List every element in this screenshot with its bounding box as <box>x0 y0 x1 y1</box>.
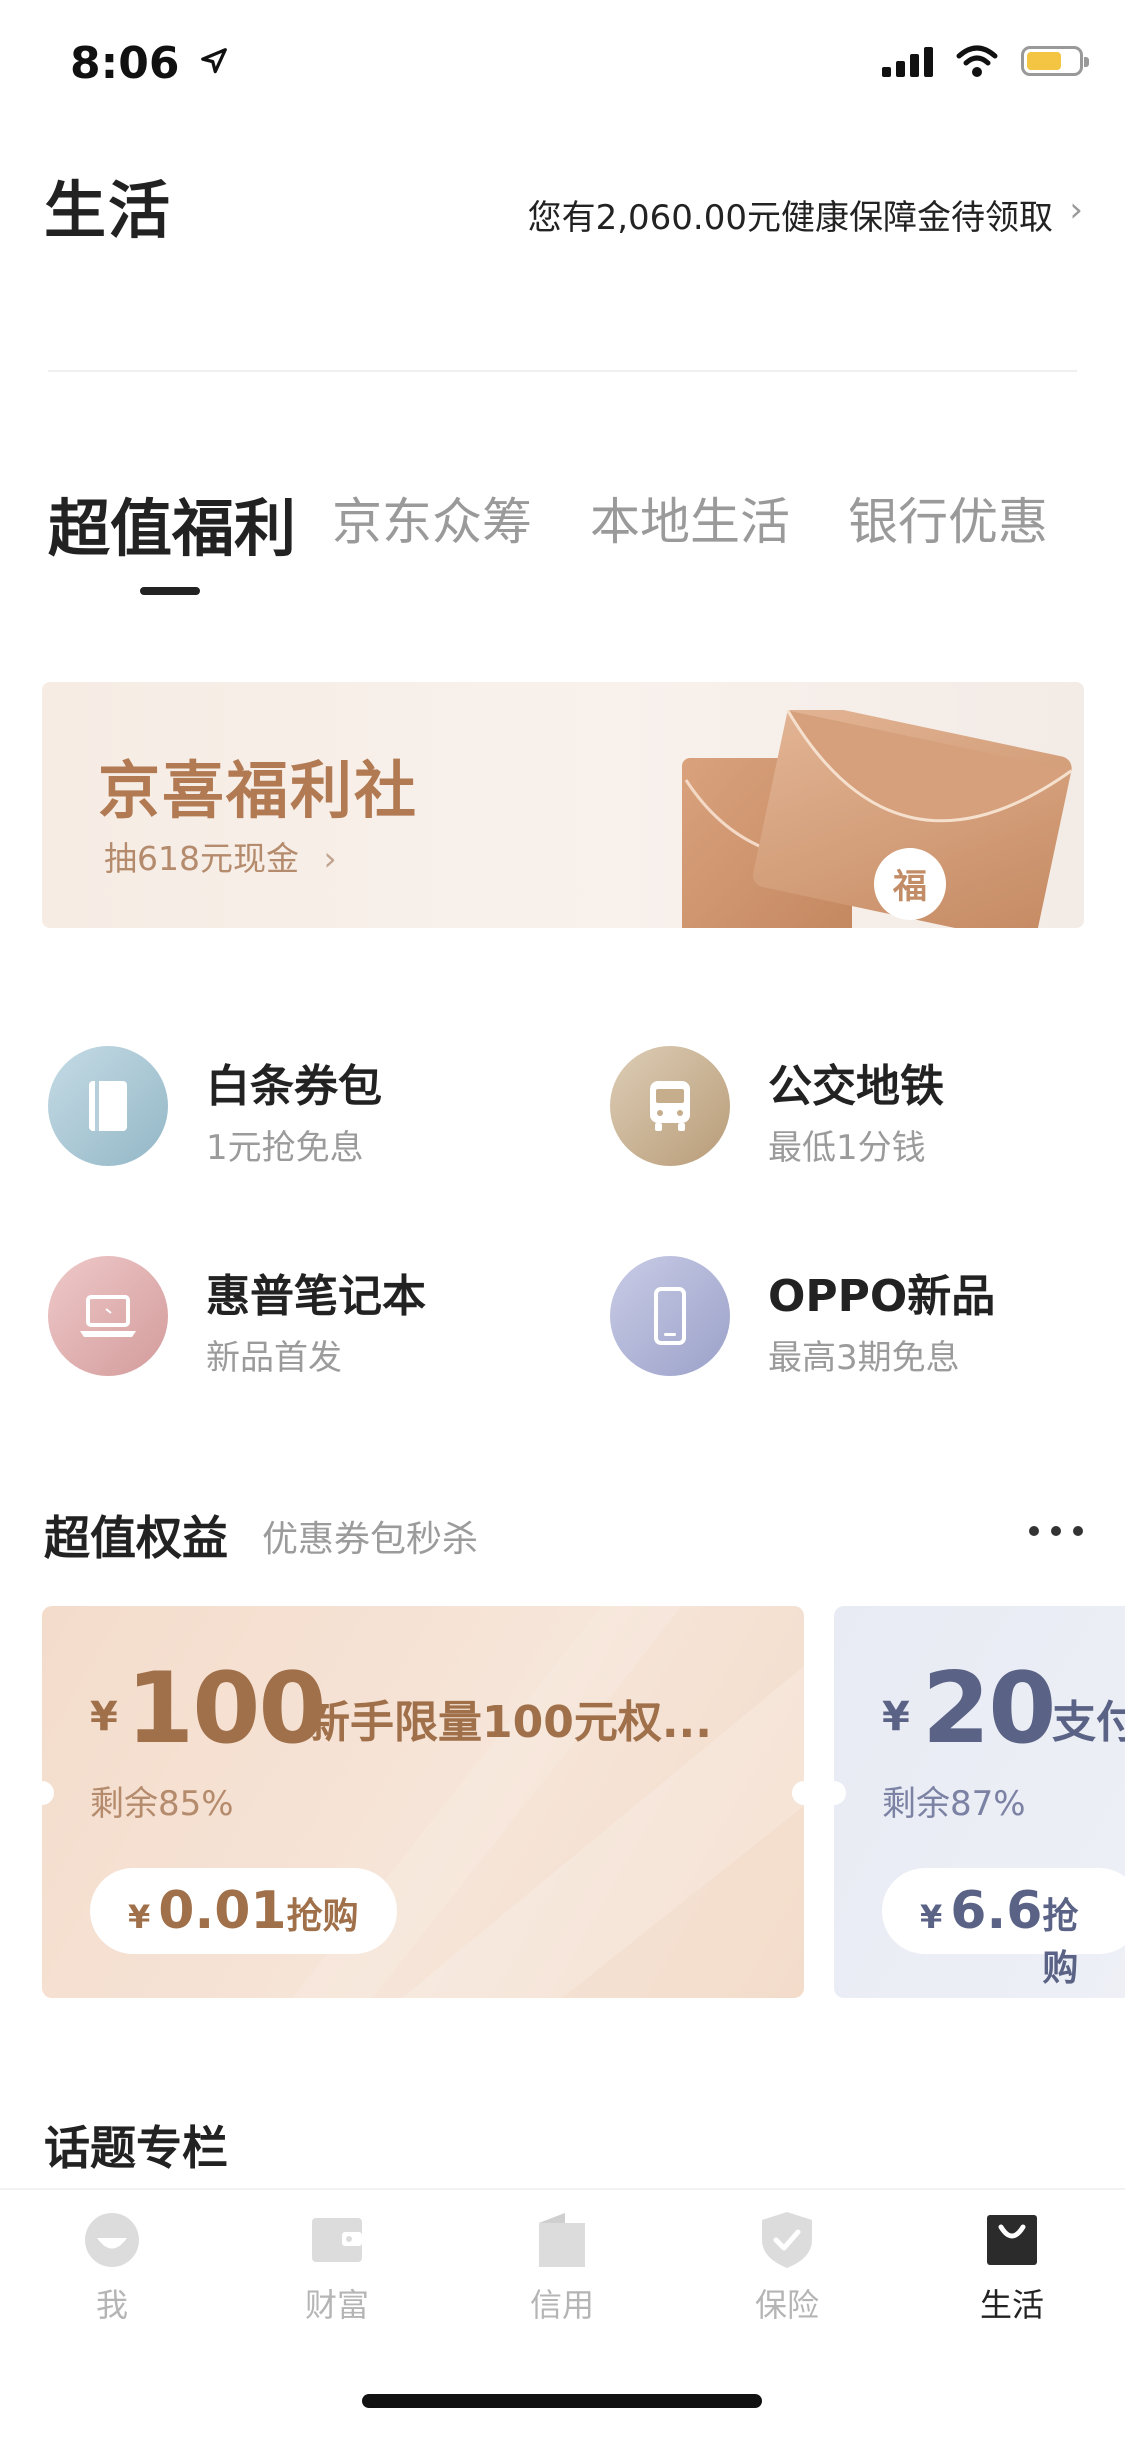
wallet-icon <box>307 2210 367 2270</box>
tabbar-item-life[interactable]: 生活 <box>932 2210 1092 2326</box>
tabbar-label: 保险 <box>754 2286 819 2324</box>
buy-price: 6.6 <box>950 1881 1043 1941</box>
tab-bank-offers[interactable]: 银行优惠 <box>848 482 1048 554</box>
quick-item-hp-laptop[interactable]: 惠普笔记本 新品首发 <box>48 1256 508 1396</box>
jingxi-welfare-banner[interactable]: 京喜福利社 抽618元现金 › 福 <box>42 682 1084 928</box>
red-envelope-icon: 福 <box>682 710 1073 928</box>
card-notch <box>834 1781 846 1805</box>
buy-button[interactable]: ¥ 6.6 抢购 <box>882 1868 1125 1989</box>
banner-title: 京喜福利社 <box>98 754 419 827</box>
tabbar-label: 财富 <box>304 2286 369 2324</box>
buy-label: 抢购 <box>286 1896 359 1937</box>
coupon-book-icon <box>48 1046 168 1166</box>
tab-local-life[interactable]: 本地生活 <box>590 482 790 554</box>
buy-label: 抢购 <box>1042 1896 1079 1989</box>
chevron-right-icon[interactable]: › <box>1069 190 1083 230</box>
document-icon <box>532 2210 592 2270</box>
fortune-seal: 福 <box>892 867 927 907</box>
laptop-icon <box>48 1256 168 1376</box>
currency-symbol: ¥ <box>128 1898 151 1936</box>
tabbar-label: 我 <box>95 2286 128 2324</box>
quick-item-subtitle: 最高3期免息 <box>768 1338 960 1378</box>
more-options-icon[interactable] <box>1029 1510 1083 1536</box>
quick-item-bus-metro[interactable]: 公交地铁 最低1分钱 <box>610 1046 1070 1186</box>
section-subtitle: 优惠券包秒杀 <box>262 1519 479 1560</box>
active-tab-indicator <box>140 587 200 595</box>
currency-symbol: ¥ <box>920 1898 943 1936</box>
quick-item-subtitle: 最低1分钱 <box>768 1128 926 1168</box>
tabbar-item-insurance[interactable]: 保险 <box>707 2210 867 2326</box>
banner-subtitle: 抽618元现金 › <box>104 839 337 878</box>
location-arrow-icon <box>200 48 227 74</box>
tabbar-item-wealth[interactable]: 财富 <box>257 2210 417 2326</box>
profile-icon <box>82 2210 142 2270</box>
bus-icon <box>610 1046 730 1166</box>
coupon-remaining: 剩余85% <box>90 1784 234 1824</box>
quick-item-oppo-new[interactable]: OPPO新品 最高3期免息 <box>610 1256 1070 1396</box>
coupon-name: 支付 <box>1052 1697 1125 1748</box>
wifi-icon <box>956 45 998 77</box>
coupon-remaining: 剩余87% <box>882 1784 1026 1824</box>
buy-button[interactable]: ¥ 0.01 抢购 <box>90 1868 397 1954</box>
home-indicator <box>362 2394 762 2408</box>
coupon-name: 新手限量100元权... <box>306 1697 712 1748</box>
signal-icon <box>882 45 933 77</box>
coupon-amount: 20 <box>922 1652 1056 1766</box>
coupon-card[interactable]: ¥ 100 新手限量100元权... 剩余85% ¥ 0.01 抢购 <box>42 1606 804 1998</box>
quick-item-title: 惠普笔记本 <box>206 1271 426 1322</box>
quick-item-subtitle: 新品首发 <box>206 1338 342 1378</box>
shopping-bag-icon <box>982 2210 1042 2270</box>
divider <box>48 370 1077 372</box>
tabbar-item-credit[interactable]: 信用 <box>482 2210 642 2326</box>
tabbar-label: 信用 <box>529 2286 594 2324</box>
phone-icon <box>610 1256 730 1376</box>
quick-item-title: 白条券包 <box>206 1061 382 1112</box>
coupon-card[interactable]: ¥ 20 支付 剩余87% ¥ 6.6 抢购 <box>834 1606 1125 1998</box>
chevron-right-icon: › <box>323 839 337 878</box>
page-title: 生活 <box>44 174 173 247</box>
currency-symbol: ¥ <box>882 1694 910 1740</box>
tab-jd-crowdfunding[interactable]: 京东众筹 <box>332 482 532 554</box>
status-time: 8:06 <box>70 38 229 89</box>
health-fund-promo-link[interactable]: 您有2,060.00元健康保障金待领取 <box>528 190 1053 239</box>
quick-item-baitiao-coupons[interactable]: 白条券包 1元抢免息 <box>48 1046 508 1186</box>
quick-item-subtitle: 1元抢免息 <box>206 1128 364 1168</box>
section-title-topics: 话题专栏 <box>44 2121 228 2175</box>
status-indicators <box>882 44 1089 78</box>
tabbar-item-me[interactable]: 我 <box>32 2210 192 2326</box>
shield-icon <box>757 2210 817 2270</box>
buy-price: 0.01 <box>158 1881 287 1941</box>
battery-icon <box>1021 46 1089 76</box>
currency-symbol: ¥ <box>90 1694 118 1740</box>
quick-item-title: OPPO新品 <box>768 1271 996 1322</box>
quick-item-title: 公交地铁 <box>768 1061 944 1112</box>
tabbar-label: 生活 <box>979 2286 1044 2324</box>
section-title-benefits: 超值权益 <box>44 1511 228 1565</box>
coupon-amount: 100 <box>126 1652 327 1766</box>
tab-super-value-benefits[interactable]: 超值福利 <box>48 478 296 568</box>
